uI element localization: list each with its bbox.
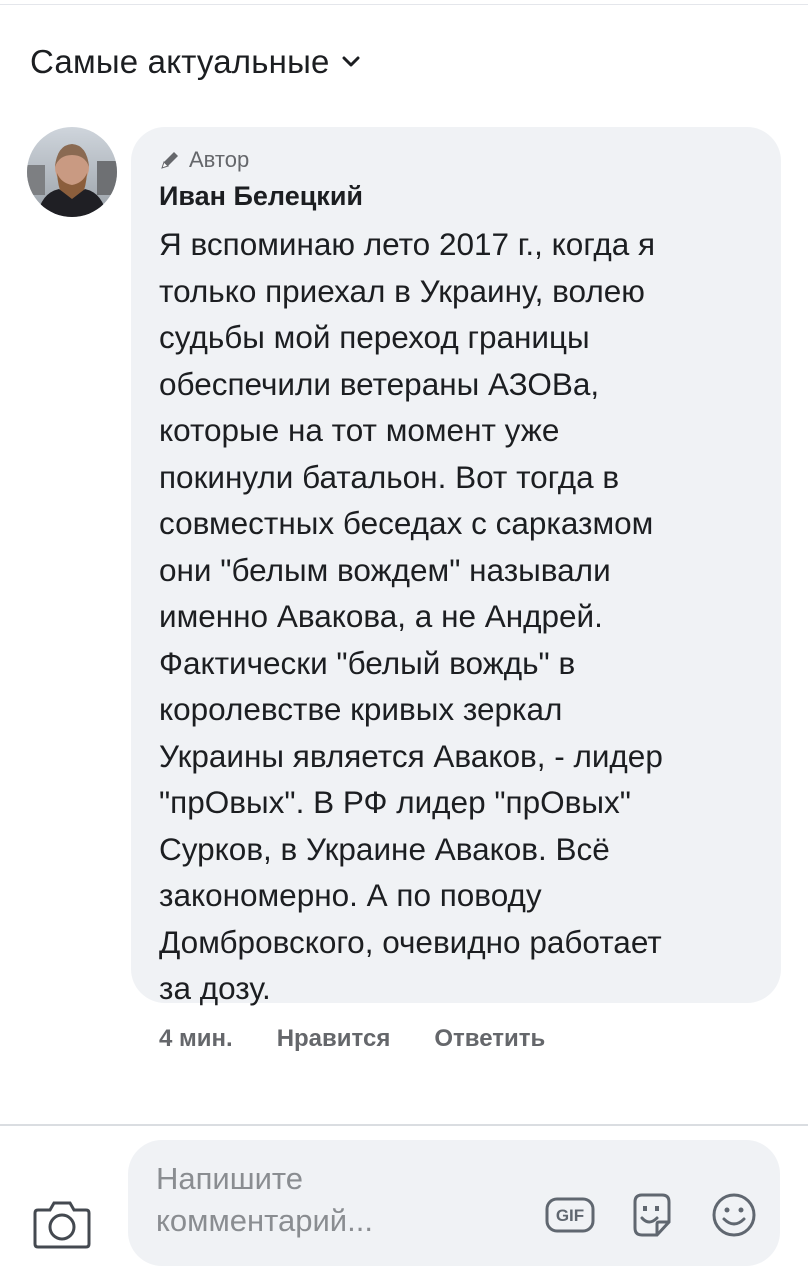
- top-divider: [0, 4, 808, 5]
- comment-composer: GIF: [128, 1140, 780, 1266]
- camera-button[interactable]: [32, 1196, 92, 1250]
- reply-button[interactable]: Ответить: [434, 1025, 545, 1053]
- comment-text: Я вспоминаю лето 2017 г., когда я только…: [159, 226, 663, 1006]
- comment-input[interactable]: [156, 1158, 496, 1250]
- chevron-down-icon: [342, 56, 360, 67]
- commenter-name[interactable]: Иван Белецкий: [159, 179, 755, 213]
- pencil-icon: [161, 152, 178, 169]
- emoji-button[interactable]: [708, 1190, 760, 1240]
- author-badge-label: Автор: [189, 147, 250, 172]
- comment-bubble: Автор Иван Белецкий Я вспоминаю лето 201…: [131, 127, 781, 1006]
- emoji-icon: [712, 1193, 756, 1237]
- sticker-button[interactable]: [626, 1190, 678, 1240]
- like-button[interactable]: Нравится: [277, 1025, 391, 1053]
- gif-button[interactable]: GIF: [544, 1190, 596, 1240]
- composer-icons: GIF: [544, 1190, 760, 1240]
- author-badge: Автор: [159, 147, 755, 173]
- gif-label: GIF: [556, 1206, 584, 1225]
- gif-icon: GIF: [545, 1197, 595, 1233]
- bottom-edge: [0, 1276, 808, 1280]
- comment-actions: 4 мин. Нравится Ответить: [159, 1022, 545, 1056]
- composer-divider: [0, 1124, 808, 1126]
- avatar-image: [27, 127, 117, 217]
- sort-label: Самые актуальные: [30, 43, 330, 80]
- sort-dropdown[interactable]: Самые актуальные: [30, 42, 360, 82]
- avatar[interactable]: [27, 127, 117, 217]
- comment-timestamp[interactable]: 4 мин.: [159, 1025, 233, 1053]
- camera-icon: [33, 1201, 91, 1249]
- sticker-icon: [633, 1193, 671, 1237]
